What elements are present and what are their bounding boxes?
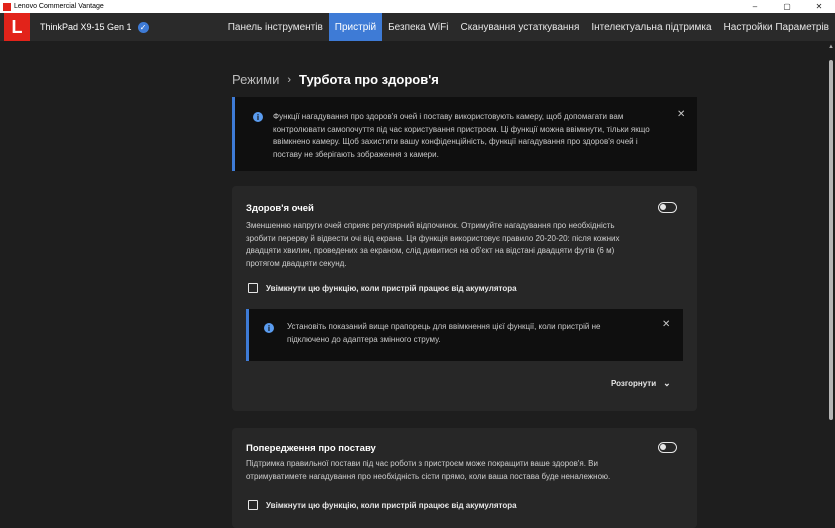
scroll-up-icon[interactable]: ▲ bbox=[827, 44, 835, 50]
device-selector[interactable]: ThinkPad X9-15 Gen 1 ✓ bbox=[40, 21, 149, 33]
window-title: Lenovo Commercial Vantage bbox=[14, 3, 104, 10]
posture-toggle[interactable] bbox=[658, 442, 677, 453]
ac-adapter-notice-text: Установіть показаний вище прапорець для … bbox=[287, 322, 601, 344]
main-nav: Панель інструментів Пристрій Безпека WiF… bbox=[222, 13, 835, 41]
info-icon: i bbox=[264, 323, 274, 333]
eye-health-battery-label[interactable]: Увімкнути цю функцію, коли пристрій прац… bbox=[266, 284, 517, 293]
eye-health-battery-option[interactable]: Увімкнути цю функцію, коли пристрій прац… bbox=[248, 283, 517, 293]
minimize-button[interactable]: – bbox=[739, 0, 771, 13]
device-name: ThinkPad X9-15 Gen 1 bbox=[40, 22, 132, 32]
eye-health-toggle[interactable] bbox=[658, 202, 677, 213]
tab-smart-assist[interactable]: Інтелектуальна підтримка bbox=[585, 13, 717, 41]
app-icon bbox=[3, 2, 11, 11]
chevron-down-icon: ⌄ bbox=[663, 378, 671, 388]
ac-adapter-notice-close-button[interactable]: ✕ bbox=[662, 319, 670, 330]
scrollbar-thumb[interactable] bbox=[829, 60, 833, 420]
tab-wifi-security[interactable]: Безпека WiFi bbox=[382, 13, 454, 41]
verified-check-icon: ✓ bbox=[137, 21, 149, 33]
posture-title: Попередження про поставу bbox=[246, 443, 376, 454]
tab-hardware-scan[interactable]: Сканування устаткування bbox=[454, 13, 585, 41]
ac-adapter-notice: i Установіть показаний вище прапорець дл… bbox=[246, 309, 683, 361]
app-header: L ThinkPad X9-15 Gen 1 ✓ Панель інструме… bbox=[0, 13, 835, 41]
info-icon: i bbox=[253, 112, 263, 122]
expand-button[interactable]: Розгорнути ⌄ bbox=[611, 378, 671, 389]
notice-close-button[interactable]: ✕ bbox=[677, 109, 685, 120]
tab-settings[interactable]: Настройки Параметрів bbox=[718, 13, 835, 41]
eye-health-card: Здоров'я очей Зменшенню напруги очей спр… bbox=[232, 186, 697, 411]
close-window-button[interactable]: ✕ bbox=[803, 0, 835, 13]
notice-text: Функції нагадування про здоров'я очей і … bbox=[273, 112, 650, 159]
tab-device[interactable]: Пристрій bbox=[328, 13, 383, 41]
posture-battery-option[interactable]: Увімкнути цю функцію, коли пристрій прац… bbox=[248, 500, 517, 510]
posture-battery-checkbox[interactable] bbox=[248, 500, 258, 510]
window-titlebar: Lenovo Commercial Vantage – ▢ ✕ bbox=[0, 0, 835, 13]
breadcrumb-separator-icon: › bbox=[287, 73, 292, 86]
expand-label: Розгорнути bbox=[611, 379, 657, 388]
eye-health-description: Зменшенню напруги очей сприяє регулярний… bbox=[246, 221, 620, 268]
window-controls: – ▢ ✕ bbox=[739, 0, 835, 13]
breadcrumb-modes-link[interactable]: Режими bbox=[232, 72, 279, 87]
maximize-button[interactable]: ▢ bbox=[771, 0, 803, 13]
toggle-knob bbox=[660, 444, 666, 450]
toggle-knob bbox=[660, 204, 666, 210]
posture-description: Підтримка правильної постави під час роб… bbox=[246, 459, 611, 481]
breadcrumb: Режими › Турбота про здоров'я bbox=[232, 72, 439, 87]
eye-health-title: Здоров'я очей bbox=[246, 203, 314, 214]
posture-card: Попередження про поставу Підтримка прави… bbox=[232, 428, 697, 528]
posture-battery-label[interactable]: Увімкнути цю функцію, коли пристрій прац… bbox=[266, 501, 517, 510]
tab-dashboard[interactable]: Панель інструментів bbox=[222, 13, 329, 41]
camera-privacy-notice: i Функції нагадування про здоров'я очей … bbox=[232, 97, 697, 171]
lenovo-logo[interactable]: L bbox=[4, 13, 30, 41]
page-title: Турбота про здоров'я bbox=[299, 72, 439, 87]
eye-health-battery-checkbox[interactable] bbox=[248, 283, 258, 293]
